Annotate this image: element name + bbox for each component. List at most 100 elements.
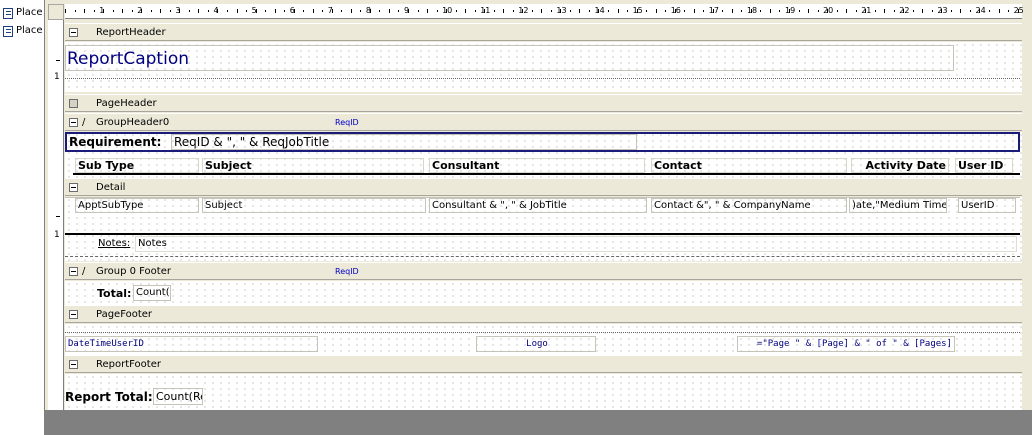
notes-label[interactable]: Notes: bbox=[98, 237, 130, 250]
ruler-tick bbox=[950, 10, 952, 12]
page-header-band[interactable]: PageHeader bbox=[65, 94, 1022, 112]
field-contact[interactable]: Contact &", " & CompanyName bbox=[651, 198, 847, 213]
divider-line bbox=[65, 78, 1020, 79]
ruler-tick bbox=[731, 9, 733, 13]
ruler-tick bbox=[407, 9, 409, 13]
ruler-tick bbox=[531, 10, 533, 12]
report-total-label[interactable]: Report Total: bbox=[65, 390, 153, 405]
report-caption: ReportCaption bbox=[67, 49, 189, 69]
column-header-subtype[interactable]: Sub Type bbox=[75, 158, 199, 173]
ruler-tick bbox=[598, 9, 600, 13]
ruler-tick bbox=[693, 9, 695, 13]
nav-item[interactable]: Place bbox=[3, 25, 44, 39]
nav-item-label: Place bbox=[16, 25, 43, 36]
page-footer-section: DateTimeUserID Logo ="Page " & [Page] & … bbox=[65, 324, 1022, 355]
ruler-tick bbox=[846, 9, 848, 13]
ruler-tick bbox=[388, 9, 390, 13]
ruler-tick bbox=[360, 10, 362, 12]
collapse-toggle-icon[interactable] bbox=[69, 267, 78, 276]
ruler-tick bbox=[998, 9, 1000, 13]
ruler-tick bbox=[455, 10, 457, 12]
ruler-tick bbox=[874, 10, 876, 12]
total-textbox[interactable]: Count(I bbox=[133, 285, 171, 301]
column-header-contact[interactable]: Contact bbox=[651, 158, 847, 173]
ruler-tick bbox=[741, 10, 743, 12]
ruler-tick bbox=[836, 10, 838, 12]
ruler-tick bbox=[265, 10, 267, 12]
ruler-tick bbox=[1008, 10, 1010, 12]
report-header-band[interactable]: ReportHeader bbox=[65, 23, 1022, 41]
ruler-tick bbox=[646, 10, 648, 12]
group-edit-icon[interactable]: / bbox=[82, 114, 85, 131]
detail-band[interactable]: Detail bbox=[65, 178, 1022, 196]
ruler-number: 24 bbox=[975, 6, 986, 15]
column-header-consultant[interactable]: Consultant bbox=[429, 158, 645, 173]
column-header-activity-date[interactable]: Activity Date bbox=[851, 158, 949, 173]
field-activity-date[interactable]: )ate,"Medium Time") bbox=[849, 198, 947, 213]
ruler-number: 14 bbox=[594, 6, 605, 15]
column-header-subject[interactable]: Subject bbox=[202, 158, 424, 173]
report-header-section: ReportCaption bbox=[65, 42, 1022, 92]
ruler-tick bbox=[560, 9, 562, 13]
ruler-number: 20 bbox=[823, 6, 834, 15]
group-edit-icon[interactable]: / bbox=[82, 263, 85, 280]
ruler-tick bbox=[227, 10, 229, 12]
report-footer-band[interactable]: ReportFooter bbox=[65, 355, 1022, 373]
field-apptsubtype[interactable]: ApptSubType bbox=[75, 198, 199, 213]
logo-textbox[interactable]: Logo bbox=[476, 336, 596, 352]
group-footer-band[interactable]: / Group 0 Footer ReqID bbox=[65, 262, 1022, 280]
field-consultant[interactable]: Consultant & ", " & JobTitle bbox=[429, 198, 647, 213]
ruler-tick bbox=[588, 10, 590, 12]
ruler-tick bbox=[446, 9, 448, 13]
column-header-user-id[interactable]: User ID bbox=[955, 158, 1013, 173]
ruler-tick bbox=[503, 9, 505, 13]
requirement-label[interactable]: Requirement: bbox=[67, 135, 163, 150]
datetime-user-textbox[interactable]: DateTimeUserID bbox=[65, 336, 318, 352]
ruler-tick bbox=[617, 9, 619, 13]
requirement-textbox[interactable]: ReqID & ", " & ReqJobTitle bbox=[171, 134, 637, 150]
field-subject[interactable]: Subject bbox=[202, 198, 426, 213]
ruler-tick bbox=[855, 10, 857, 12]
ruler-tick bbox=[608, 10, 610, 12]
band-title: PageFooter bbox=[96, 309, 153, 320]
ruler-tick bbox=[331, 9, 333, 13]
vruler-mark bbox=[56, 216, 60, 217]
collapse-toggle-icon[interactable] bbox=[69, 99, 78, 108]
ruler-tick bbox=[979, 9, 981, 13]
report-total-textbox[interactable]: Count(Re bbox=[153, 388, 203, 405]
vruler-mark bbox=[56, 60, 60, 61]
group-header-band[interactable]: / GroupHeader0 ReqID bbox=[65, 113, 1022, 131]
field-user-id[interactable]: UserID bbox=[958, 198, 1016, 213]
page-number-textbox[interactable]: ="Page " & [Page] & " of " & [Pages] bbox=[737, 336, 955, 352]
collapse-toggle-icon[interactable] bbox=[69, 310, 78, 319]
horizontal-ruler: 1 2 3 4 5 6 7 8 9 10 11 12 13 14 15 16 17 18 19 20 21 22 23 24 2… bbox=[65, 4, 1024, 19]
collapse-toggle-icon[interactable] bbox=[69, 183, 78, 192]
report-icon bbox=[3, 26, 13, 37]
ruler-tick bbox=[417, 10, 419, 12]
total-label[interactable]: Total: bbox=[97, 287, 131, 301]
detail-section: ApptSubType Subject Consultant & ", " & … bbox=[65, 197, 1022, 261]
ruler-tick bbox=[160, 9, 162, 13]
group-field-tag: ReqID bbox=[335, 267, 359, 276]
page-footer-band[interactable]: PageFooter bbox=[65, 305, 1022, 323]
ruler-number: 21 bbox=[861, 6, 872, 15]
ruler-tick bbox=[512, 10, 514, 12]
designer-background bbox=[45, 410, 1032, 435]
ruler-tick bbox=[827, 9, 829, 13]
ruler-tick bbox=[293, 9, 295, 13]
collapse-toggle-icon[interactable] bbox=[69, 360, 78, 369]
collapse-toggle-icon[interactable] bbox=[69, 118, 78, 127]
group-header-section: Requirement: ReqID & ", " & ReqJobTitle … bbox=[65, 132, 1022, 178]
ruler-tick bbox=[817, 10, 819, 12]
ruler-tick bbox=[522, 9, 524, 13]
ruler-tick bbox=[712, 9, 714, 13]
collapse-toggle-icon[interactable] bbox=[69, 28, 78, 37]
nav-item[interactable]: Place bbox=[3, 7, 44, 21]
ruler-tick bbox=[893, 10, 895, 12]
caption-textbox[interactable]: ReportCaption bbox=[65, 45, 954, 71]
band-title: ReportFooter bbox=[96, 359, 161, 370]
field-notes[interactable]: Notes bbox=[135, 236, 1017, 252]
footer-rule bbox=[65, 332, 1020, 333]
ruler-tick bbox=[103, 9, 105, 13]
vruler-number: 1 bbox=[54, 230, 60, 240]
